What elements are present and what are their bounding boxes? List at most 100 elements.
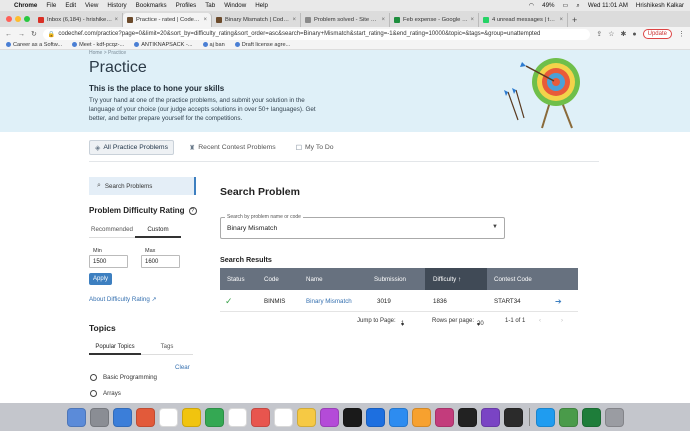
dock-app-icon[interactable] bbox=[535, 407, 555, 427]
about-difficulty-rating-link[interactable]: About Difficulty Rating ↗ bbox=[89, 296, 157, 303]
dock-app-icon[interactable] bbox=[319, 407, 339, 427]
dock-app-icon[interactable] bbox=[273, 407, 293, 427]
header-status[interactable]: Status bbox=[227, 268, 245, 290]
topic-basic-programming[interactable]: Basic Programming bbox=[90, 374, 157, 381]
reload-icon[interactable]: ↻ bbox=[31, 30, 37, 38]
wifi-icon[interactable]: ◠ bbox=[529, 2, 534, 9]
tags-tab[interactable]: Tags bbox=[141, 344, 193, 355]
bookmark-item[interactable]: aj ban bbox=[202, 42, 225, 48]
dock-app-icon[interactable] bbox=[89, 407, 109, 427]
search-spotlight-icon[interactable]: ⌕ bbox=[576, 2, 579, 10]
problem-search-select[interactable]: Search by problem name or code Binary Mi… bbox=[220, 214, 505, 239]
browser-tab[interactable]: Feb expense - Google Sheets× bbox=[390, 13, 479, 27]
apply-button[interactable]: Apply bbox=[89, 273, 112, 285]
arrow-right-icon[interactable]: ➔ bbox=[555, 290, 562, 312]
close-tab-icon[interactable]: × bbox=[470, 17, 474, 23]
tab-all-practice-problems[interactable]: ◈ All Practice Problems bbox=[89, 140, 174, 155]
dock-app-icon[interactable] bbox=[112, 407, 132, 427]
dock-app-icon[interactable] bbox=[581, 407, 601, 427]
menu-bookmarks[interactable]: Bookmarks bbox=[136, 2, 167, 9]
extensions-icon[interactable]: ✱ bbox=[621, 30, 627, 38]
header-contest-code[interactable]: Contest Code bbox=[494, 268, 532, 290]
dock-app-icon[interactable] bbox=[296, 407, 316, 427]
battery-icon[interactable]: ▭ bbox=[563, 2, 569, 9]
dock-app-icon[interactable] bbox=[158, 407, 178, 427]
dock-app-icon[interactable] bbox=[66, 407, 86, 427]
menu-app[interactable]: Chrome bbox=[14, 2, 37, 9]
help-icon[interactable]: ? bbox=[188, 206, 197, 215]
browser-tab[interactable]: 4 unread messages | task.to...× bbox=[479, 13, 568, 27]
dock-app-icon[interactable] bbox=[227, 407, 247, 427]
forward-icon[interactable]: → bbox=[18, 31, 25, 38]
close-tab-icon[interactable]: × bbox=[381, 17, 385, 23]
menu-profiles[interactable]: Profiles bbox=[176, 2, 197, 9]
bookmark-item[interactable]: Career as a Softw... bbox=[6, 42, 62, 48]
topic-arrays[interactable]: Arrays bbox=[90, 390, 121, 397]
radio-button[interactable] bbox=[90, 374, 97, 381]
dock-app-icon[interactable] bbox=[250, 407, 270, 427]
dock-app-icon[interactable] bbox=[434, 407, 454, 427]
update-button[interactable]: Update bbox=[642, 29, 672, 39]
menu-view[interactable]: View bbox=[85, 2, 98, 9]
previous-page-icon[interactable]: ‹ bbox=[539, 318, 541, 324]
clear-topics-button[interactable]: Clear bbox=[175, 364, 190, 371]
dock-app-icon[interactable] bbox=[604, 407, 624, 427]
close-tab-icon[interactable]: × bbox=[292, 17, 296, 23]
more-menu-icon[interactable]: ⋮ bbox=[678, 30, 685, 38]
bookmark-item[interactable]: Draft license agre... bbox=[234, 42, 290, 48]
next-page-icon[interactable]: › bbox=[561, 318, 563, 324]
sidebar-search-problems[interactable]: ⌕ Search Problems bbox=[89, 177, 196, 195]
dock-app-icon[interactable] bbox=[503, 407, 523, 427]
problem-name-link[interactable]: Binary Mismatch bbox=[306, 290, 352, 312]
bookmark-item[interactable]: Meet - kdf-pcqz-... bbox=[72, 42, 124, 48]
browser-tab[interactable]: Problem solved - Site Feedbac...× bbox=[301, 13, 390, 27]
popular-topics-tab[interactable]: Popular Topics bbox=[89, 344, 141, 355]
minimize-window-button[interactable] bbox=[15, 16, 21, 22]
star-icon[interactable]: ☆ bbox=[608, 30, 614, 38]
recommended-tab[interactable]: Recommended bbox=[89, 226, 135, 238]
browser-tab[interactable]: Inbox (6,184) - hrishikesh@co...× bbox=[34, 13, 123, 27]
table-row[interactable]: ✓ BINMIS Binary Mismatch 3019 1836 START… bbox=[220, 290, 578, 312]
dock-app-icon[interactable] bbox=[135, 407, 155, 427]
menu-file[interactable]: File bbox=[46, 2, 56, 9]
tab-recent-contest-problems[interactable]: ♜ Recent Contest Problems bbox=[184, 140, 281, 155]
lock-icon[interactable]: 🔒 bbox=[48, 31, 55, 38]
breadcrumb[interactable]: Home > Practice bbox=[89, 50, 126, 56]
dock-app-icon[interactable] bbox=[181, 407, 201, 427]
menu-edit[interactable]: Edit bbox=[65, 2, 76, 9]
dock-app-icon[interactable] bbox=[457, 407, 477, 427]
menu-help[interactable]: Help bbox=[255, 2, 268, 9]
browser-tab[interactable]: Binary Mismatch | CodeChef× bbox=[212, 13, 301, 27]
tab-my-to-do[interactable]: ☐ My To Do bbox=[291, 140, 339, 155]
dock-app-icon[interactable] bbox=[342, 407, 362, 427]
profile-avatar[interactable]: ● bbox=[632, 31, 636, 38]
new-tab-button[interactable]: + bbox=[568, 15, 581, 27]
menu-history[interactable]: History bbox=[107, 2, 126, 9]
header-code[interactable]: Code bbox=[264, 268, 279, 290]
dock-app-icon[interactable] bbox=[480, 407, 500, 427]
header-name[interactable]: Name bbox=[306, 268, 323, 290]
max-rating-input[interactable]: 1600 bbox=[141, 255, 180, 268]
radio-button[interactable] bbox=[90, 390, 97, 397]
close-tab-icon[interactable]: × bbox=[114, 17, 118, 23]
dock-app-icon[interactable] bbox=[204, 407, 224, 427]
close-window-button[interactable] bbox=[6, 16, 12, 22]
address-bar[interactable]: 🔒 codechef.com/practice?page=0&limit=20&… bbox=[42, 28, 591, 40]
browser-tab-active[interactable]: Practice - rated | CodeChef × bbox=[123, 13, 212, 27]
header-difficulty[interactable]: Difficulty ↑ bbox=[425, 268, 487, 290]
dropdown-arrow-icon[interactable]: ▼ bbox=[492, 224, 498, 230]
min-rating-input[interactable]: 1500 bbox=[89, 255, 128, 268]
close-tab-icon[interactable]: × bbox=[203, 17, 207, 23]
header-submission[interactable]: Submission bbox=[374, 268, 406, 290]
menu-window[interactable]: Window bbox=[224, 2, 246, 9]
dock-app-icon[interactable] bbox=[558, 407, 578, 427]
dock-app-icon[interactable] bbox=[365, 407, 385, 427]
custom-tab[interactable]: Custom bbox=[135, 226, 181, 238]
user-name[interactable]: Hrishikesh Kalkar bbox=[636, 2, 684, 9]
dock-app-icon[interactable] bbox=[388, 407, 408, 427]
zoom-window-button[interactable] bbox=[24, 16, 30, 22]
close-tab-icon[interactable]: × bbox=[559, 17, 563, 23]
back-icon[interactable]: ← bbox=[5, 31, 12, 38]
clock[interactable]: Wed 11:01 AM bbox=[588, 2, 628, 9]
dock-app-icon[interactable] bbox=[411, 407, 431, 427]
